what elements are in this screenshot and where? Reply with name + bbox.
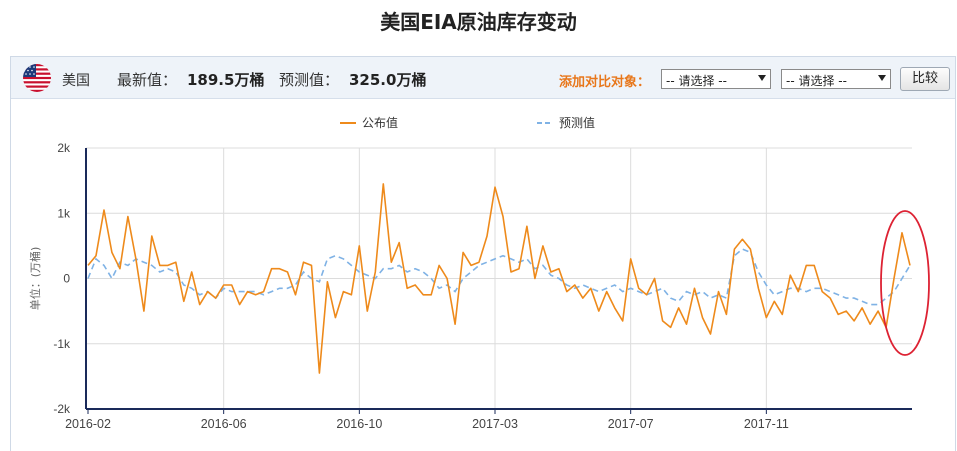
x-tick-label: 2016-06 (201, 417, 247, 431)
highlight-ellipse (880, 210, 930, 356)
y-tick-label: 2k (57, 141, 71, 155)
y-tick-label: -1k (53, 337, 71, 351)
y-tick-label: 0 (63, 272, 70, 286)
y-tick-label: -2k (53, 402, 71, 416)
y-tick-label: 1k (57, 206, 71, 220)
x-tick-label: 2017-03 (472, 417, 518, 431)
legend-forecast-label: 预测值 (559, 115, 595, 130)
x-tick-label: 2017-11 (744, 417, 789, 431)
x-tick-label: 2017-07 (608, 417, 654, 431)
x-tick-label: 2016-02 (65, 417, 111, 431)
y-axis-label: 单位：(万桶) (28, 247, 42, 311)
legend-published-label: 公布值 (362, 115, 398, 130)
chart: -2k -1k 0 1k 2k 2016-02 2016-06 2016-10 2017-03 2… (28, 115, 930, 431)
x-tick-label: 2016-10 (336, 417, 382, 431)
